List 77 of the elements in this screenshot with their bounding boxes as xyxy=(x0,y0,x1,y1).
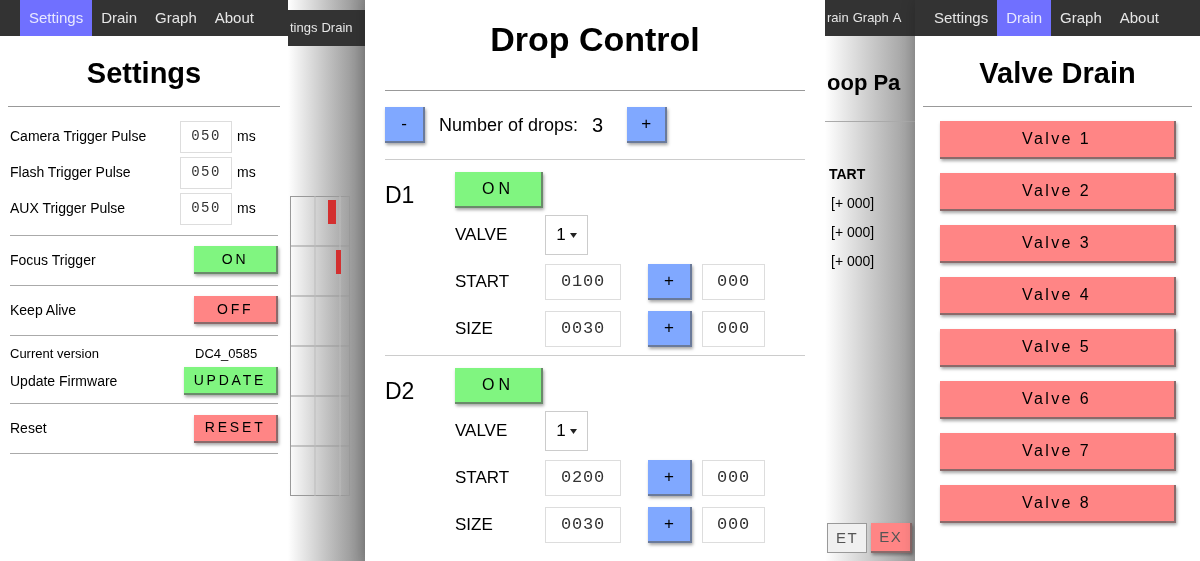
valve-button[interactable]: Valve 7 xyxy=(939,432,1176,471)
input-field[interactable]: 000 xyxy=(702,264,765,300)
field-label: Camera Trigger Pulse xyxy=(10,127,148,146)
tab[interactable]: Drain xyxy=(92,0,147,36)
unit-label: ms xyxy=(237,163,256,182)
version-text: DC4_0585 xyxy=(195,344,258,363)
field-label: Current version xyxy=(10,344,100,363)
field-label: SIZE xyxy=(455,318,494,341)
caret-icon xyxy=(569,428,577,434)
toggle-button[interactable]: ON xyxy=(194,246,278,274)
input-field[interactable]: 0100 xyxy=(545,264,621,300)
offset-text: [+ 000] xyxy=(830,252,875,271)
plus-button[interactable]: + xyxy=(648,311,692,347)
input-field[interactable]: 050 xyxy=(180,120,232,153)
unit-label: ms xyxy=(237,199,256,218)
plus-button[interactable]: + xyxy=(648,460,692,496)
field-label: Keep Alive xyxy=(10,300,78,320)
input-field[interactable]: 0030 xyxy=(545,507,621,543)
column-header: TART xyxy=(828,165,866,184)
drop-count: 3 xyxy=(592,113,604,138)
toggle-button[interactable]: ON xyxy=(455,368,543,404)
dropdown[interactable]: 1 xyxy=(545,411,588,451)
drop-label: D1 xyxy=(385,181,416,210)
button[interactable]: ET xyxy=(827,523,868,553)
tab[interactable]: Graph xyxy=(146,0,206,36)
plus-button[interactable]: + xyxy=(627,107,668,143)
field-label: Reset xyxy=(10,419,48,438)
minus-button[interactable]: - xyxy=(385,107,425,143)
input-field[interactable]: 000 xyxy=(702,507,765,543)
toggle-button[interactable]: OFF xyxy=(194,296,278,324)
page-title: oop Pa xyxy=(826,69,901,97)
update-button[interactable]: UPDATE xyxy=(183,367,278,395)
page-title: Settings xyxy=(86,56,202,91)
input-field[interactable]: 050 xyxy=(180,156,232,189)
page-title: Valve Drain xyxy=(979,56,1136,91)
tab[interactable]: Settings xyxy=(925,0,998,36)
field-label: Focus Trigger xyxy=(10,250,97,270)
field-label: Flash Trigger Pulse xyxy=(10,163,132,182)
valve-button[interactable]: Valve 8 xyxy=(939,484,1176,523)
field-label: START xyxy=(455,271,511,294)
valve-button[interactable]: Valve 4 xyxy=(939,276,1176,315)
offset-text: [+ 000] xyxy=(830,223,875,242)
valve-button[interactable]: Valve 1 xyxy=(939,120,1176,159)
field-label: Number of drops: xyxy=(439,113,579,137)
tab[interactable]: tings xyxy=(288,10,320,46)
toggle-button[interactable]: ON xyxy=(455,172,543,208)
field-label: AUX Trigger Pulse xyxy=(10,199,127,218)
input-field[interactable]: 000 xyxy=(702,460,765,496)
caret-icon xyxy=(569,232,577,238)
input-field[interactable]: 000 xyxy=(702,311,765,347)
field-label: SIZE xyxy=(455,514,494,537)
valve-button[interactable]: Valve 2 xyxy=(939,172,1176,211)
drop-label: D2 xyxy=(385,377,416,406)
valve-button[interactable]: Valve 6 xyxy=(939,380,1176,419)
input-field[interactable]: 0200 xyxy=(545,460,621,496)
tab[interactable]: rain xyxy=(825,0,851,36)
valve-button[interactable]: Valve 3 xyxy=(939,224,1176,263)
reset-button[interactable]: RESET xyxy=(194,414,278,443)
plus-button[interactable]: + xyxy=(648,507,692,543)
field-label: Update Firmware xyxy=(10,371,119,391)
tab[interactable]: Graph xyxy=(1051,0,1111,36)
unit-label: ms xyxy=(237,127,256,146)
valve-button[interactable]: Valve 5 xyxy=(939,328,1176,367)
tab[interactable]: About xyxy=(1110,0,1168,36)
input-field[interactable]: 050 xyxy=(180,192,232,225)
field-label: START xyxy=(455,467,511,490)
tab[interactable]: Graph xyxy=(850,0,891,36)
page-title: Drop Control xyxy=(490,19,700,60)
tab[interactable]: About xyxy=(205,0,263,36)
tab[interactable]: Drain xyxy=(319,10,355,46)
input-field[interactable]: 0030 xyxy=(545,311,621,347)
tab[interactable]: A xyxy=(890,0,904,36)
field-label: VALVE xyxy=(455,224,509,247)
dropdown[interactable]: 1 xyxy=(545,215,588,255)
field-label: VALVE xyxy=(455,420,509,443)
plus-button[interactable]: + xyxy=(648,264,692,300)
offset-text: [+ 000] xyxy=(830,194,875,213)
